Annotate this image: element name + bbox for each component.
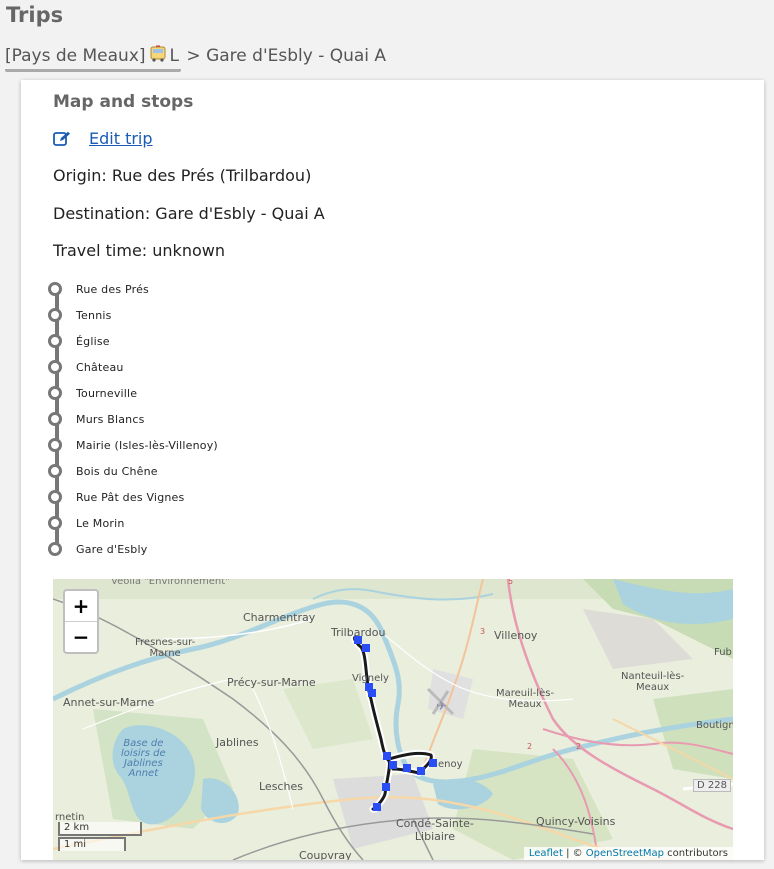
map-place-label: Trilbardou [331, 626, 386, 639]
stop-dot [48, 412, 62, 426]
map-place-label: Boutign [696, 720, 733, 731]
stop-marker [373, 803, 381, 811]
stop-item: Château [48, 354, 348, 380]
stop-label: Tennis [76, 308, 112, 322]
map-place-label: Charmentray [243, 611, 316, 624]
stop-item: Bois du Chêne [48, 458, 348, 484]
svg-text:3: 3 [480, 627, 485, 636]
osm-link[interactable]: OpenStreetMap [586, 848, 664, 859]
stop-item: Rue Pât des Vignes [48, 484, 348, 510]
svg-text:✈: ✈ [436, 699, 447, 714]
stop-dot [48, 386, 62, 400]
stop-marker [389, 761, 397, 769]
edit-trip-link[interactable]: Edit trip [53, 129, 153, 148]
line-name: L [169, 46, 180, 66]
stop-dot [48, 542, 62, 556]
stop-item: Le Morin [48, 510, 348, 536]
stop-item: Tourneville [48, 380, 348, 406]
stop-marker [368, 689, 376, 697]
bus-icon [150, 45, 166, 62]
stop-list: Rue des Prés Tennis Église Château Tourn… [48, 276, 348, 562]
stop-dot [48, 490, 62, 504]
page-title: Trips [6, 3, 64, 27]
scale-mi: 1 mi [58, 837, 126, 851]
svg-text:5: 5 [508, 579, 513, 586]
map-place-label: Base de loisirs de Jablines Annet [121, 738, 166, 779]
stop-dot [48, 334, 62, 348]
map-place-label: Jablines [216, 736, 259, 749]
stop-label: Murs Blancs [76, 412, 145, 426]
destination-text: Destination: Gare d'Esbly - Quai A [53, 204, 325, 223]
origin-text: Origin: Rue des Prés (Trilbardou) [53, 166, 312, 185]
edit-trip-label: Edit trip [89, 129, 153, 148]
section-title: Map and stops [53, 92, 194, 112]
stop-dot [48, 438, 62, 452]
map-place-label: Fresnes-sur- Marne [135, 637, 196, 659]
map-place-label: Coupvray [299, 849, 352, 860]
zoom-in-button[interactable]: + [65, 591, 97, 621]
breadcrumb-separator: > [186, 46, 201, 66]
breadcrumb: [Pays de Meaux] L > Gare d'Esbly - Quai A [5, 44, 386, 72]
map-attribution: Leaflet | © OpenStreetMap contributors [523, 847, 733, 860]
stop-dot [48, 464, 62, 478]
scale-km: 2 km [58, 822, 142, 836]
stop-label: Rue des Prés [76, 282, 149, 296]
map-place-label: Quincy-Voisins [536, 815, 616, 828]
stop-marker [429, 759, 437, 767]
map-place-label: Nanteuil-lès- Meaux [621, 671, 685, 693]
zoom-control: + − [63, 589, 99, 654]
route-badge[interactable]: [Pays de Meaux] L [5, 44, 182, 72]
stop-marker [403, 764, 411, 772]
trip-map[interactable]: ✈ 5 3 2 2 Veolia "Environnement" Charmen… [53, 579, 733, 860]
attribution-separator: | © [562, 848, 586, 859]
travel-time-text: Travel time: unknown [53, 241, 225, 260]
stop-item: Mairie (Isles-lès-Villenoy) [48, 432, 348, 458]
svg-text:2: 2 [527, 742, 532, 751]
map-place-label: enoy [438, 759, 463, 770]
trip-card: Map and stops Edit trip Origin: Rue des … [21, 80, 764, 860]
map-place-label: Vignely [352, 673, 389, 684]
stop-item: Gare d'Esbly [48, 536, 348, 562]
zoom-out-button[interactable]: − [65, 621, 97, 652]
map-place-label: Villenoy [494, 629, 538, 642]
stop-marker [382, 783, 390, 791]
stop-marker [383, 752, 391, 760]
stop-item: Tennis [48, 302, 348, 328]
stop-label: Gare d'Esbly [76, 542, 148, 556]
stop-dot [48, 516, 62, 530]
trip-headsign: Gare d'Esbly - Quai A [206, 46, 387, 66]
map-tiles[interactable]: ✈ 5 3 2 2 [53, 579, 733, 860]
stop-marker [362, 644, 370, 652]
map-place-label: Précy-sur-Marne [227, 676, 316, 689]
stop-label: Tourneville [76, 386, 138, 400]
attribution-suffix: contributors [664, 848, 728, 859]
stop-dot [48, 308, 62, 322]
leaflet-link[interactable]: Leaflet [529, 848, 563, 859]
map-place-label: Lesches [259, 780, 303, 793]
map-place-label: Condé-Sainte- Libiaire [396, 817, 474, 843]
stop-marker [417, 767, 425, 775]
stop-dot [48, 282, 62, 296]
road-shield: D 228 [693, 779, 731, 792]
stop-item: Rue des Prés [48, 276, 348, 302]
stop-label: Rue Pât des Vignes [76, 490, 185, 504]
stop-dot [48, 360, 62, 374]
stop-item: Église [48, 328, 348, 354]
svg-text:2: 2 [576, 742, 581, 751]
map-place-label: Fub [714, 647, 732, 658]
network-name: [Pays de Meaux] [5, 46, 146, 66]
stop-label: Bois du Chêne [76, 464, 158, 478]
map-place-label: Veolia "Environnement" [111, 579, 230, 587]
map-place-label: Annet-sur-Marne [63, 696, 155, 709]
stop-label: Le Morin [76, 516, 125, 530]
edit-icon [53, 131, 70, 146]
stop-label: Église [76, 334, 110, 348]
stop-item: Murs Blancs [48, 406, 348, 432]
stop-label: Mairie (Isles-lès-Villenoy) [76, 438, 218, 452]
stop-label: Château [76, 360, 124, 374]
map-place-label: Mareuil-lès- Meaux [496, 688, 555, 710]
